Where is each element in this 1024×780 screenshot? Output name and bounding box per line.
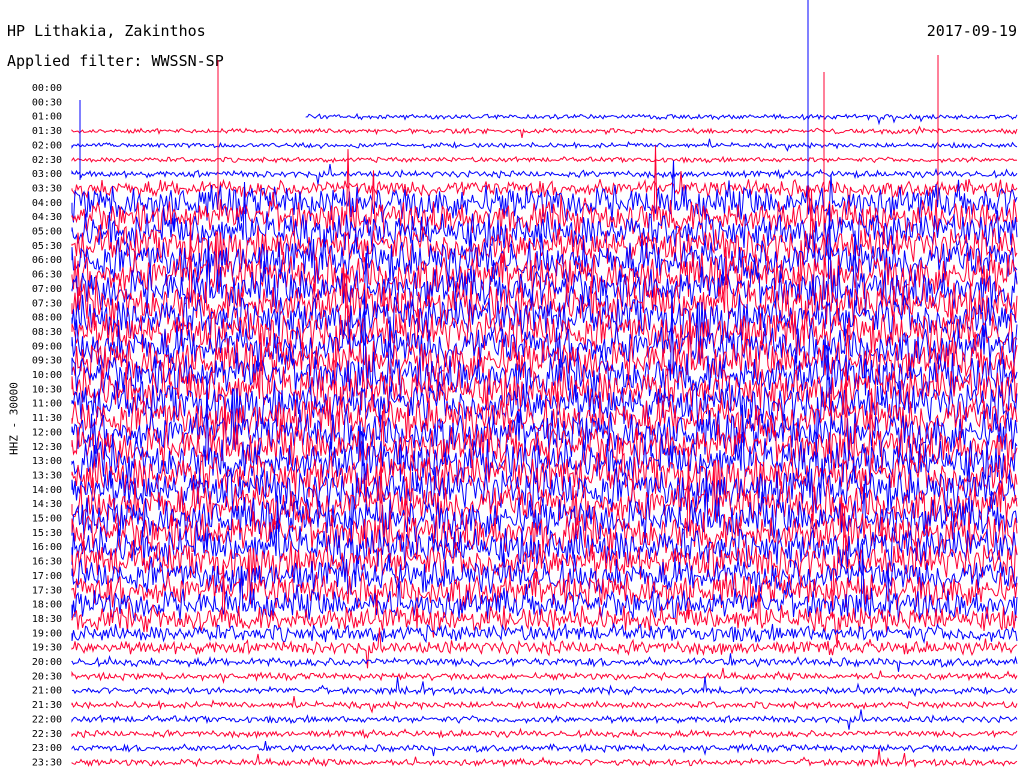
row-label: 03:30 <box>32 183 62 194</box>
row-label: 11:30 <box>32 413 62 424</box>
row-label: 06:00 <box>32 255 62 266</box>
trace-row-2030 <box>71 667 1018 685</box>
row-label: 00:30 <box>32 97 62 108</box>
row-label: 15:00 <box>32 514 62 525</box>
row-label: 16:00 <box>32 542 62 553</box>
row-label: 09:00 <box>32 341 62 352</box>
row-label: 08:00 <box>32 313 62 324</box>
row-label: 02:00 <box>32 140 62 151</box>
row-label: 07:00 <box>32 284 62 295</box>
trace-row-2230 <box>71 727 1018 740</box>
row-label: 11:00 <box>32 399 62 410</box>
row-label: 22:30 <box>32 729 62 740</box>
row-label: 06:30 <box>32 270 62 281</box>
row-label: 18:00 <box>32 600 62 611</box>
trace-row-2100 <box>71 676 1018 698</box>
row-label: 00:00 <box>32 83 62 94</box>
trace-row-0200 <box>71 138 1018 152</box>
trace-row-2130 <box>71 696 1018 714</box>
row-label: 02:30 <box>32 155 62 166</box>
row-label: 18:30 <box>32 614 62 625</box>
row-label: 19:00 <box>32 628 62 639</box>
row-label: 13:00 <box>32 456 62 467</box>
row-label: 15:30 <box>32 528 62 539</box>
trace-row-0130 <box>71 125 1018 138</box>
row-label: 08:30 <box>32 327 62 338</box>
row-label: 04:00 <box>32 198 62 209</box>
row-label: 17:30 <box>32 585 62 596</box>
row-label: 12:00 <box>32 427 62 438</box>
trace-row-0800 <box>71 293 1018 340</box>
row-label: 21:00 <box>32 686 62 697</box>
row-label: 03:00 <box>32 169 62 180</box>
row-label: 14:00 <box>32 485 62 496</box>
row-label: 20:30 <box>32 671 62 682</box>
row-labels: 00:00 00:30 01:00 01:30 02:00 02:30 03:00 03:30… <box>32 83 62 768</box>
row-label: 04:30 <box>32 212 62 223</box>
trace-row-1900 <box>71 622 1018 645</box>
row-label: 23:00 <box>32 743 62 754</box>
trace-row-2300 <box>71 741 1018 757</box>
row-label: 16:30 <box>32 557 62 568</box>
row-label: 05:30 <box>32 241 62 252</box>
trace-row-2000 <box>71 653 1018 672</box>
row-label: 10:00 <box>32 370 62 381</box>
traces <box>71 0 1018 769</box>
trace-row-0100 <box>305 112 1018 126</box>
row-label: 09:30 <box>32 356 62 367</box>
trace-row-0230 <box>71 155 1018 164</box>
row-label: 14:30 <box>32 499 62 510</box>
trace-row-0300 <box>71 164 1018 185</box>
row-label: 23:30 <box>32 757 62 768</box>
row-label: 01:30 <box>32 126 62 137</box>
row-label: 20:00 <box>32 657 62 668</box>
row-label: 17:00 <box>32 571 62 582</box>
row-label: 22:00 <box>32 714 62 725</box>
helicorder-plot: 00:00 00:30 01:00 01:30 02:00 02:30 03:00 03:30… <box>32 0 1018 769</box>
row-label: 21:30 <box>32 700 62 711</box>
row-label: 01:00 <box>32 112 62 123</box>
row-label: 07:30 <box>32 298 62 309</box>
row-label: 19:30 <box>32 643 62 654</box>
trace-row-2330 <box>71 748 1018 769</box>
row-label: 12:30 <box>32 442 62 453</box>
row-label: 10:30 <box>32 384 62 395</box>
trace-row-2200 <box>71 709 1018 730</box>
row-label: 05:00 <box>32 227 62 238</box>
row-label: 13:30 <box>32 470 62 481</box>
